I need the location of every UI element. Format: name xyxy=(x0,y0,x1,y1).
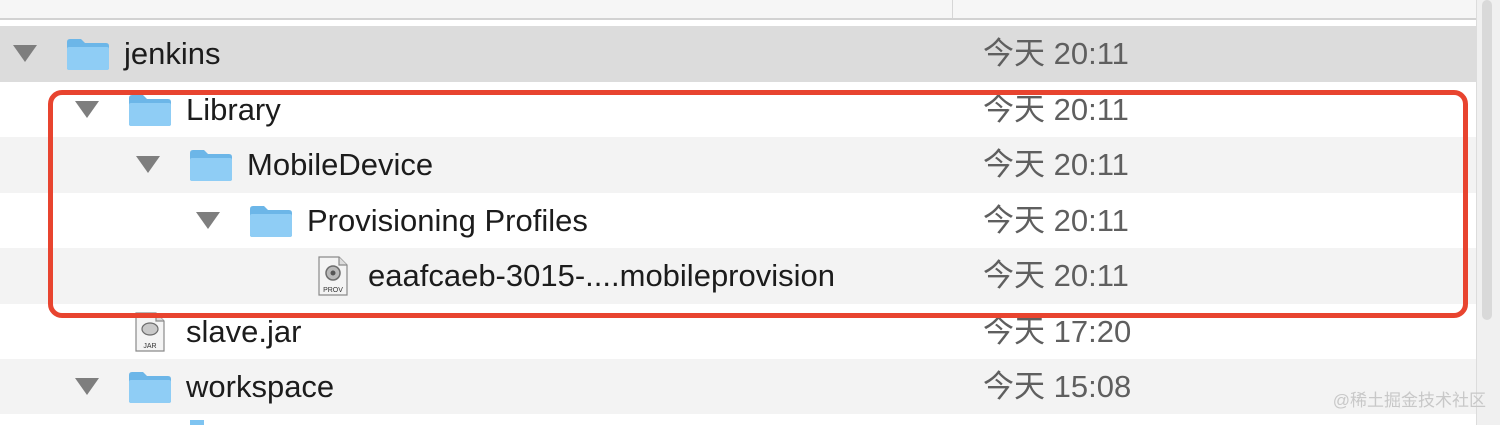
highlight-annotation xyxy=(48,90,1468,318)
folder-icon xyxy=(190,420,204,425)
list-row-jenkins[interactable]: jenkins 今天 20:11 xyxy=(0,26,1476,82)
watermark: @稀土掘金技术社区 xyxy=(1332,391,1486,410)
column-header-bar xyxy=(0,0,1476,20)
folder-icon xyxy=(67,39,109,70)
partial-list-row xyxy=(0,414,1476,425)
disclosure-triangle-icon[interactable] xyxy=(75,378,99,395)
date-modified: 今天 15:08 xyxy=(983,369,1132,404)
disclosure-triangle-icon[interactable] xyxy=(13,45,37,62)
file-name: jenkins xyxy=(124,36,221,71)
folder-icon xyxy=(129,372,171,403)
file-name: workspace xyxy=(186,369,335,404)
date-modified: 今天 20:11 xyxy=(983,36,1129,71)
column-separator[interactable] xyxy=(952,0,953,18)
list-row-workspace[interactable]: workspace 今天 15:08 xyxy=(0,359,1476,415)
vertical-scrollbar[interactable] xyxy=(1476,0,1500,425)
file-icon-label: JAR xyxy=(143,343,156,350)
scrollbar-thumb[interactable] xyxy=(1482,0,1492,320)
